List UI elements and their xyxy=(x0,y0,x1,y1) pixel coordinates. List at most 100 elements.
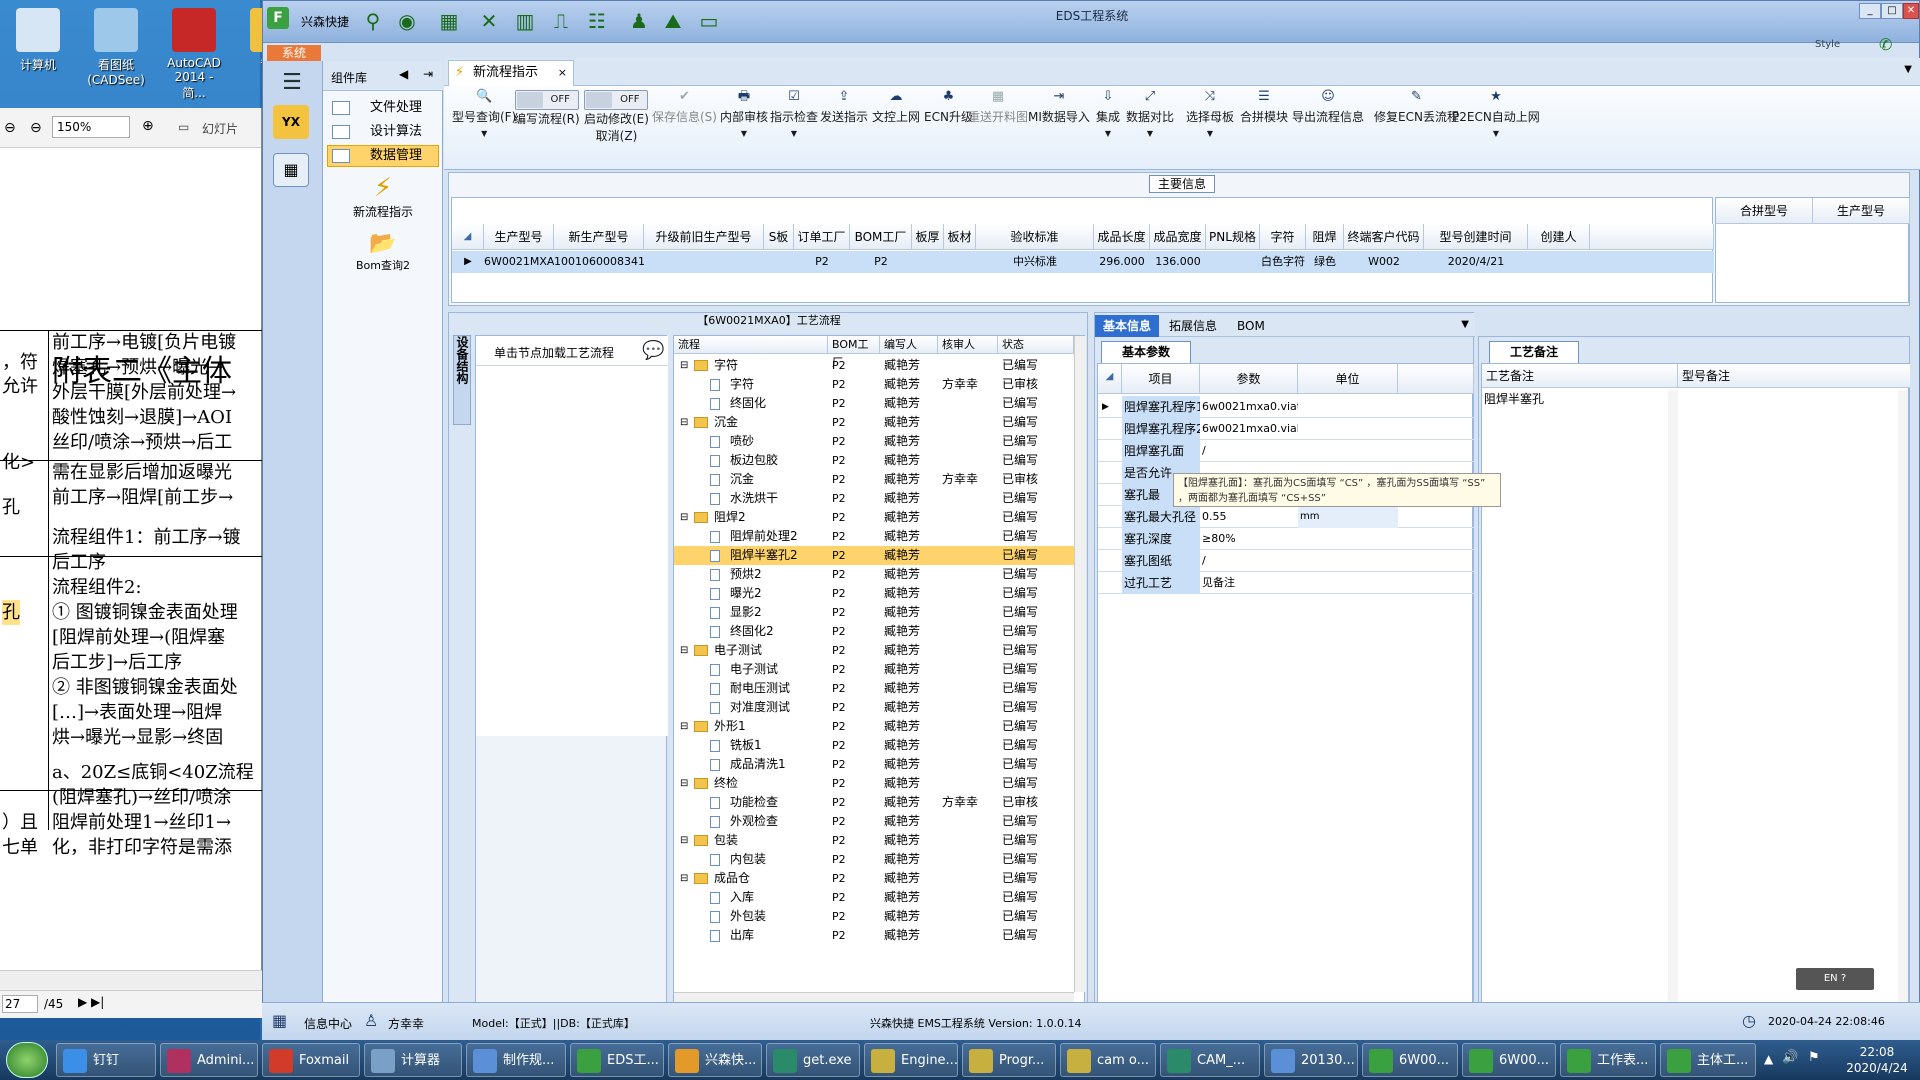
close-tab-icon[interactable]: × xyxy=(558,61,567,85)
column-header[interactable]: 成品长度 xyxy=(1094,224,1150,250)
taskbar-item[interactable]: Progr... xyxy=(962,1043,1056,1077)
tree-row[interactable]: 阻焊半塞孔2 P2 臧艳芳 已编写 xyxy=(674,546,1074,565)
ribbon-button[interactable]: 🖶 内部审核 ▼ xyxy=(720,90,768,160)
info-tab[interactable]: BOM xyxy=(1229,315,1273,337)
table-cell[interactable] xyxy=(764,251,794,273)
tree-row[interactable]: ⊟ 字符 P2 臧艳芳 已编写 xyxy=(674,356,1074,375)
bom-query[interactable]: 📂 Bom查询2 xyxy=(333,231,433,273)
taskbar-item[interactable]: Engine... xyxy=(864,1043,958,1077)
ribbon-button[interactable]: ♣ ECN升级 xyxy=(924,90,973,160)
table-cell[interactable] xyxy=(912,251,944,273)
tab-basic-params[interactable]: 基本参数 xyxy=(1101,341,1191,363)
dropdown-arrow-icon[interactable]: ▼ xyxy=(1493,129,1499,138)
tree-column-header[interactable]: 状态 xyxy=(998,336,1074,354)
table-cell[interactable] xyxy=(1206,251,1260,273)
taskbar-item[interactable]: 钉钉 xyxy=(56,1043,156,1077)
grid-icon[interactable]: ▦ xyxy=(272,1011,287,1030)
desktop-icon[interactable]: 看图纸 (CADSee) xyxy=(84,8,148,87)
tree-row[interactable]: ⊟ 电子测试 P2 臧艳芳 已编写 xyxy=(674,641,1074,660)
tree-row[interactable]: 入库 P2 臧艳芳 已编写 xyxy=(674,888,1074,907)
tree-row[interactable]: 沉金 P2 臧艳芳 方幸幸 已审核 xyxy=(674,470,1074,489)
maximize-button[interactable]: □ xyxy=(1881,3,1903,19)
column-header[interactable]: PNL规格 xyxy=(1206,224,1260,250)
tree-row[interactable]: ⊟ 外形1 P2 臧艳芳 已编写 xyxy=(674,717,1074,736)
tray-up-icon[interactable]: ▲ xyxy=(1764,1052,1773,1066)
slide-label[interactable]: 幻灯片 xyxy=(202,120,238,137)
tree-row[interactable]: 耐电压测试 P2 臧艳芳 已编写 xyxy=(674,679,1074,698)
param-row[interactable]: 过孔工艺 见备注 xyxy=(1098,572,1474,594)
tree-row[interactable]: 显影2 P2 臧艳芳 已编写 xyxy=(674,603,1074,622)
column-header[interactable]: 生产型号 xyxy=(484,224,554,250)
zoom-out-button[interactable]: ⊖ xyxy=(30,120,42,136)
ribbon-button[interactable]: ▦ 重送开料图 xyxy=(968,90,1028,160)
dropdown-arrow-icon[interactable]: ▼ xyxy=(791,129,797,138)
info-tab[interactable]: 基本信息 xyxy=(1095,315,1160,337)
doc-hscroll[interactable] xyxy=(0,970,262,990)
column-header[interactable]: 升级前旧生产型号 xyxy=(644,224,764,250)
style-label[interactable]: Style xyxy=(1815,39,1840,50)
tree-row[interactable]: ⊟ 包装 P2 臧艳芳 已编写 xyxy=(674,831,1074,850)
param-row[interactable]: 塞孔图纸 / xyxy=(1098,550,1474,572)
table-cell[interactable]: 2020/4/21 xyxy=(1424,251,1528,273)
pin-icon[interactable]: ⇥ xyxy=(423,67,433,81)
tree-row[interactable]: 外包装 P2 臧艳芳 已编写 xyxy=(674,907,1074,926)
taskbar-item[interactable]: Admini... xyxy=(160,1043,258,1077)
tree-row[interactable]: 喷砂 P2 臧艳芳 已编写 xyxy=(674,432,1074,451)
taskbar-item[interactable]: 6W00... xyxy=(1462,1043,1556,1077)
taskbar-item[interactable]: 制作规... xyxy=(466,1043,566,1077)
page-number-input[interactable]: 27 xyxy=(2,995,38,1013)
param-value[interactable]: ≥80% xyxy=(1200,528,1298,550)
ribbon-button[interactable]: ✔ 保存信息(S) xyxy=(652,90,717,160)
start-button[interactable] xyxy=(6,1042,48,1078)
zoom-in-button[interactable]: ⊕ xyxy=(142,118,154,134)
zoom-select[interactable]: 150% xyxy=(52,116,130,138)
phone-icon[interactable]: ✆ xyxy=(1879,35,1892,54)
menu-icon[interactable]: ☰ xyxy=(275,71,309,95)
expand-icon[interactable]: ⊟ xyxy=(680,717,688,736)
column-header[interactable]: 阻焊 xyxy=(1306,224,1344,250)
param-column-header[interactable]: 项目 xyxy=(1122,364,1200,394)
table-cell[interactable]: W002 xyxy=(1344,251,1424,273)
model-note-scroll[interactable] xyxy=(1898,390,1908,1002)
info-center[interactable]: 信息中心 xyxy=(304,1015,352,1032)
tree-column-header[interactable]: 编写人 xyxy=(880,336,938,354)
table-cell[interactable]: P2 xyxy=(850,251,912,273)
close-button[interactable]: ✕ xyxy=(1903,3,1919,19)
expand-icon[interactable]: ⊟ xyxy=(680,869,688,888)
taskbar-item[interactable]: cam o... xyxy=(1060,1043,1156,1077)
column-header[interactable]: 板材 xyxy=(944,224,976,250)
expand-icon[interactable]: ⊟ xyxy=(680,356,688,375)
zoom-out-icon[interactable]: ⊖ xyxy=(4,120,16,136)
tab-new-flow[interactable]: ⚡ 新流程指示 × xyxy=(448,60,574,86)
param-value[interactable]: 0.55 xyxy=(1200,506,1298,528)
taskbar-item[interactable]: 兴森快... xyxy=(668,1043,762,1077)
tree-row[interactable]: 水洗烘干 P2 臧艳芳 已编写 xyxy=(674,489,1074,508)
tree-row[interactable]: ⊟ 阻焊2 P2 臧艳芳 已编写 xyxy=(674,508,1074,527)
tree-row[interactable]: 内包装 P2 臧艳芳 已编写 xyxy=(674,850,1074,869)
taskbar-item[interactable]: get.exe xyxy=(766,1043,860,1077)
dropdown-arrow-icon[interactable]: ▼ xyxy=(1207,129,1213,138)
tree-row[interactable]: 字符 P2 臧艳芳 方幸幸 已审核 xyxy=(674,375,1074,394)
next-page-icon[interactable]: ▶ ▶| xyxy=(78,995,104,1009)
taskbar-item[interactable]: 主体工... xyxy=(1660,1043,1756,1077)
table-cell[interactable] xyxy=(644,251,764,273)
toggle-switch[interactable]: OFF xyxy=(514,90,579,110)
note-scroll[interactable] xyxy=(1668,390,1678,1002)
dropdown-arrow-icon[interactable]: ▼ xyxy=(741,129,747,138)
tree-row[interactable]: 曝光2 P2 臧艳芳 已编写 xyxy=(674,584,1074,603)
tab-process-note[interactable]: 工艺备注 xyxy=(1489,341,1579,363)
info-tab[interactable]: 拓展信息 xyxy=(1161,315,1225,337)
column-header[interactable]: 型号创建时间 xyxy=(1424,224,1528,250)
tree-row[interactable]: ⊟ 沉金 P2 臧艳芳 已编写 xyxy=(674,413,1074,432)
param-value[interactable]: / xyxy=(1200,440,1298,462)
tree-row[interactable]: ⊟ 终检 P2 臧艳芳 已编写 xyxy=(674,774,1074,793)
model-note-header[interactable]: 型号备注 xyxy=(1678,364,1910,388)
dropdown-arrow-icon[interactable]: ▼ xyxy=(1105,129,1111,138)
taskbar-item[interactable]: EDS工... xyxy=(570,1043,664,1077)
param-value[interactable]: 见备注 xyxy=(1200,572,1298,594)
table-cell[interactable] xyxy=(1528,251,1590,273)
factory-icon[interactable]: YX xyxy=(273,105,309,139)
expand-icon[interactable]: ⊟ xyxy=(680,831,688,850)
table-cell[interactable]: 6W0021MXA0 xyxy=(484,251,561,273)
tree-row[interactable]: 铣板1 P2 臧艳芳 已编写 xyxy=(674,736,1074,755)
